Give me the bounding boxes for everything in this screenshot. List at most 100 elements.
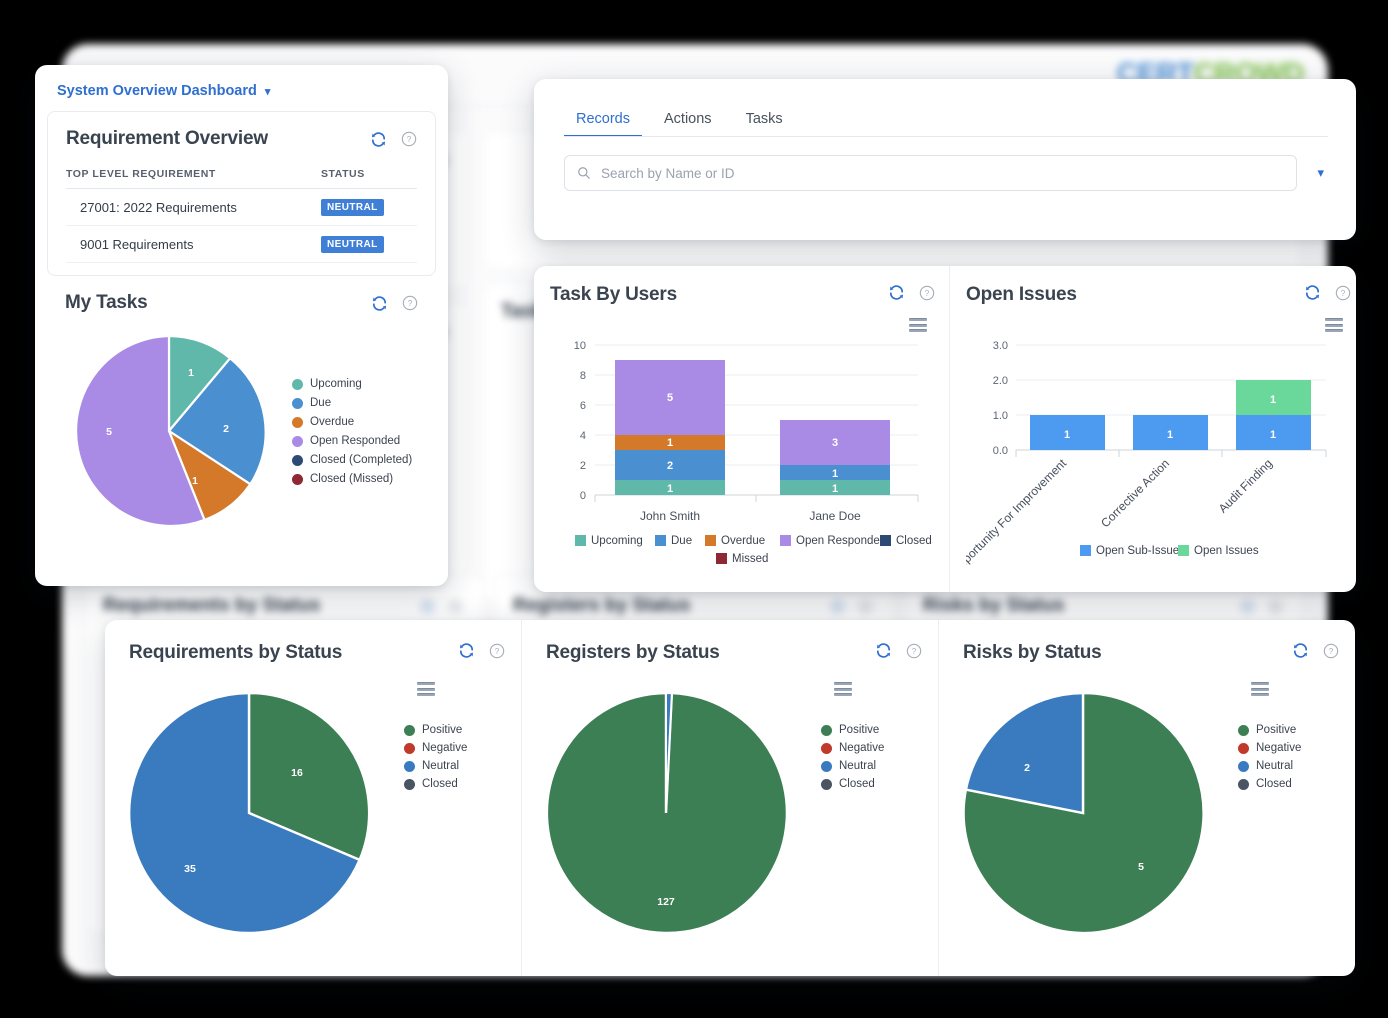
legend-swatch bbox=[1238, 742, 1249, 754]
tab-underline bbox=[564, 136, 1328, 137]
my-tasks-title: My Tasks bbox=[65, 292, 148, 313]
legend-item[interactable]: Negative bbox=[821, 742, 884, 754]
legend-item[interactable]: Positive bbox=[1238, 724, 1301, 736]
legend-item[interactable]: Negative bbox=[1238, 742, 1301, 754]
table-row[interactable]: 27001: 2022 Requirements NEUTRAL bbox=[66, 188, 417, 226]
legend-swatch bbox=[655, 535, 666, 546]
legend-item[interactable]: Open Responded bbox=[292, 435, 412, 447]
legend-item[interactable]: Overdue bbox=[292, 416, 412, 428]
legend-swatch bbox=[705, 535, 716, 546]
legend-label: Due bbox=[671, 535, 692, 547]
svg-text:?: ? bbox=[1329, 647, 1334, 656]
bar-value: 1 bbox=[1270, 394, 1276, 406]
search-expander-button[interactable]: ▾ bbox=[1313, 161, 1328, 185]
help-icon[interactable]: ? bbox=[1323, 643, 1339, 659]
legend-item[interactable]: Closed bbox=[821, 778, 884, 790]
refresh-icon bbox=[830, 599, 845, 614]
bar-value: 1 bbox=[667, 437, 673, 449]
svg-text:?: ? bbox=[408, 299, 413, 308]
legend-swatch bbox=[1238, 760, 1249, 772]
risks-by-status-pie-chart: 5 2 bbox=[963, 691, 1205, 935]
my-tasks-header: My Tasks ? bbox=[47, 284, 436, 318]
chart-menu-button[interactable] bbox=[1325, 318, 1343, 332]
legend-item[interactable]: Closed bbox=[1238, 778, 1301, 790]
screenshot-root: CERTCROWD Task By Users Open Issues Requ… bbox=[0, 0, 1388, 1018]
legend-swatch bbox=[575, 535, 586, 546]
tab-records[interactable]: Records bbox=[564, 105, 642, 137]
help-icon[interactable]: ? bbox=[906, 643, 922, 659]
search-input-wrapper[interactable] bbox=[564, 155, 1298, 191]
requirement-table-wrap: TOP LEVEL REQUIREMENT STATUS 27001: 2022… bbox=[48, 154, 435, 275]
legend-label: Due bbox=[310, 397, 332, 409]
legend-item[interactable]: Neutral bbox=[404, 760, 467, 772]
requirement-overview-header: Requirement Overview ? bbox=[48, 112, 435, 154]
y-tick-8: 8 bbox=[580, 370, 586, 382]
tab-actions[interactable]: Actions bbox=[652, 105, 724, 137]
y-tick-0: 0 bbox=[580, 490, 586, 502]
legend-label: Positive bbox=[1256, 724, 1297, 736]
search-input[interactable] bbox=[601, 165, 1285, 181]
legend-item[interactable]: Neutral bbox=[821, 760, 884, 772]
legend-label: Missed bbox=[732, 553, 768, 565]
help-icon[interactable]: ? bbox=[402, 295, 418, 311]
legend-item[interactable]: Positive bbox=[821, 724, 884, 736]
chart-menu-button[interactable] bbox=[417, 682, 435, 696]
refresh-icon[interactable] bbox=[1304, 284, 1321, 301]
legend-swatch bbox=[404, 760, 415, 772]
requirements-pie-body: 16 35 Positive Negative Neutral Closed bbox=[129, 690, 505, 940]
task-by-users-card: Task By Users ? 0 2 4 6 8 10 1 2 1 5 1 1… bbox=[534, 266, 949, 592]
chart-menu-button[interactable] bbox=[834, 682, 852, 696]
legend-item[interactable]: Positive bbox=[404, 724, 467, 736]
my-tasks-pie-chart: 1 2 1 5 bbox=[74, 334, 267, 528]
help-icon[interactable]: ? bbox=[1335, 285, 1351, 301]
legend-label: Closed (Missed) bbox=[310, 473, 394, 485]
help-icon[interactable]: ? bbox=[401, 131, 417, 147]
refresh-icon[interactable] bbox=[875, 642, 892, 659]
registers-by-status-card: Registers by Status ? 127 Positive Negat… bbox=[521, 620, 938, 976]
legend-label: Upcoming bbox=[310, 378, 362, 390]
task-by-users-header: Task By Users ? bbox=[550, 284, 935, 306]
help-icon[interactable]: ? bbox=[489, 643, 505, 659]
risks-pie-legend: Positive Negative Neutral Closed bbox=[1238, 724, 1301, 790]
y-tick-10: 10 bbox=[574, 340, 586, 352]
legend-label: Neutral bbox=[1256, 760, 1294, 772]
dashboard-selector[interactable]: System Overview Dashboard ▾ bbox=[47, 77, 436, 111]
help-icon[interactable]: ? bbox=[919, 285, 935, 301]
requirement-status-cell: NEUTRAL bbox=[307, 225, 417, 263]
svg-text:?: ? bbox=[407, 135, 412, 144]
help-icon bbox=[858, 599, 873, 614]
legend-label: Positive bbox=[422, 724, 463, 736]
y-tick-2: 2 bbox=[580, 460, 586, 472]
table-row[interactable]: 9001 Requirements NEUTRAL bbox=[66, 225, 417, 263]
legend-swatch bbox=[292, 435, 303, 447]
card-actions: ? bbox=[1304, 284, 1351, 301]
refresh-icon[interactable] bbox=[458, 642, 475, 659]
legend-label: Open Responded bbox=[796, 535, 886, 547]
refresh-icon[interactable] bbox=[371, 295, 388, 312]
svg-text:?: ? bbox=[925, 289, 930, 298]
my-tasks-card: My Tasks ? 1 2 1 5 Upcoming Due Overdue … bbox=[47, 284, 436, 557]
legend-item[interactable]: Due bbox=[292, 397, 412, 409]
card-actions: ? bbox=[1292, 642, 1339, 659]
legend-item[interactable]: Upcoming bbox=[292, 378, 412, 390]
legend-item[interactable]: Neutral bbox=[1238, 760, 1301, 772]
requirement-status-cell: NEUTRAL bbox=[307, 188, 417, 226]
pie-label-positive: 5 bbox=[1138, 861, 1144, 873]
legend-item[interactable]: Closed (Completed) bbox=[292, 454, 412, 466]
charts-panel: Task By Users ? 0 2 4 6 8 10 1 2 1 5 1 1… bbox=[534, 266, 1356, 592]
chart-menu-button[interactable] bbox=[1251, 682, 1269, 696]
risks-by-status-card: Risks by Status ? 5 2 Positive Negative … bbox=[938, 620, 1355, 976]
refresh-icon[interactable] bbox=[1292, 642, 1309, 659]
chart-menu-button[interactable] bbox=[909, 318, 927, 332]
refresh-icon[interactable] bbox=[370, 131, 387, 148]
legend-swatch bbox=[821, 724, 832, 736]
task-by-users-bar-chart: 0 2 4 6 8 10 1 2 1 5 1 1 3 John Smith Ja… bbox=[574, 340, 932, 565]
legend-swatch bbox=[880, 535, 891, 546]
legend-item[interactable]: Closed bbox=[404, 778, 467, 790]
help-icon bbox=[1268, 599, 1283, 614]
tab-tasks[interactable]: Tasks bbox=[734, 105, 795, 137]
legend-item[interactable]: Closed (Missed) bbox=[292, 473, 412, 485]
legend-item[interactable]: Negative bbox=[404, 742, 467, 754]
refresh-icon[interactable] bbox=[888, 284, 905, 301]
legend-label: Closed bbox=[422, 778, 458, 790]
